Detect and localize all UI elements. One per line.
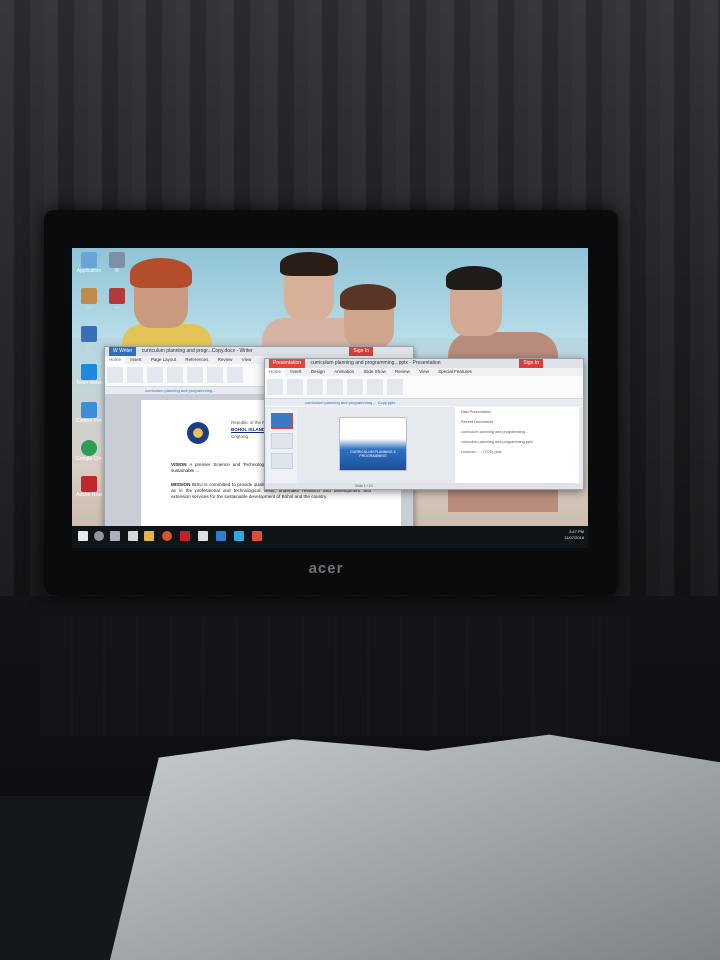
shapes-icon[interactable]	[387, 379, 403, 395]
slide-title: CURRICULUM PLANNING & PROGRAMMING	[350, 450, 396, 458]
new-slide-icon[interactable]	[307, 379, 323, 395]
r-icon	[109, 252, 125, 268]
pdf-icon	[81, 476, 97, 492]
taskpane-item[interactable]: Recent Documents	[455, 417, 579, 427]
presentation-ribbon	[265, 376, 583, 399]
align-icon[interactable]	[207, 367, 223, 383]
desktop-icon-teamviewer[interactable]: Team viewer	[76, 364, 102, 386]
desktop-icon-adobe-reader[interactable]: Adobe Reader	[76, 476, 102, 498]
slide-thumbnail-2[interactable]	[271, 433, 293, 449]
align-icon[interactable]	[367, 379, 383, 395]
writer-menu-insert[interactable]: Insert	[126, 356, 145, 364]
search-icon[interactable]	[94, 531, 104, 541]
doc-icon	[109, 288, 125, 304]
desktop-icon-document-1[interactable]: ...	[76, 288, 102, 310]
presentation-task-pane: New Presentation Recent Documents curric…	[455, 407, 579, 487]
pres-menu-design[interactable]: Design	[307, 368, 329, 376]
control-panel-icon	[81, 402, 97, 418]
store-icon[interactable]	[128, 531, 138, 541]
mission-label: MISSION	[171, 482, 191, 487]
paste-icon[interactable]	[267, 379, 283, 395]
writer-menu-references[interactable]: References	[181, 356, 212, 364]
writer-menu-view[interactable]: View	[238, 356, 256, 364]
pres-menu-animation[interactable]: Animation	[330, 368, 358, 376]
header-line-3: Cogtong ...	[231, 434, 254, 439]
wallpaper-person-4-hair	[446, 266, 502, 290]
presentation-document-tab[interactable]: curriculum planning and programming ... …	[265, 399, 583, 406]
folder-icon	[81, 326, 97, 342]
laptop-brand-logo: acer	[308, 560, 344, 577]
cut-icon[interactable]	[287, 379, 303, 395]
presentation-title: curriculum planning and programming...pp…	[310, 360, 441, 366]
system-tray-clock[interactable]: 3:47 PM 11/07/2018	[564, 529, 584, 541]
desktop-icon-document-2[interactable]: ...	[104, 288, 130, 310]
firefox-icon[interactable]	[162, 531, 172, 541]
taskbar: 3:47 PM 11/07/2018	[72, 526, 588, 548]
styles-icon[interactable]	[227, 367, 243, 383]
desktop-icon-folder[interactable]: ...	[76, 326, 102, 348]
pres-menu-special-features[interactable]: Special Features	[434, 368, 476, 376]
file-explorer-icon[interactable]	[144, 531, 154, 541]
edge-icon[interactable]	[216, 531, 226, 541]
pres-menu-home[interactable]: Home	[265, 368, 286, 376]
presentation-window[interactable]: Presentation curriculum planning and pro…	[264, 358, 584, 490]
teamviewer-icon	[81, 364, 97, 380]
presentation-app-button[interactable]: Presentation	[269, 359, 306, 368]
slide-thumbnail-3[interactable]	[271, 453, 293, 469]
layout-icon[interactable]	[327, 379, 343, 395]
desktop-icon-application[interactable]: Application	[76, 252, 102, 274]
font-icon[interactable]	[167, 367, 183, 383]
presentation-menubar: Home Insert Design Animation Slide Show …	[265, 368, 583, 376]
current-slide[interactable]: CURRICULUM PLANNING & PROGRAMMING	[339, 417, 407, 471]
pdf-taskbar-icon[interactable]	[180, 531, 190, 541]
chrome-icon	[81, 440, 97, 456]
pres-menu-insert[interactable]: Insert	[286, 368, 305, 376]
presentation-titlebar[interactable]: Presentation curriculum planning and pro…	[265, 359, 583, 368]
writer-menu-review[interactable]: Review	[214, 356, 237, 364]
desktop-icon-control-panel[interactable]: Control Panel	[76, 402, 102, 424]
clock-date: 11/07/2018	[564, 535, 584, 540]
slide-thumbnails	[267, 409, 297, 487]
pres-menu-view[interactable]: View	[415, 368, 433, 376]
university-seal	[187, 422, 209, 444]
writer-signin-button[interactable]: Sign In	[349, 347, 373, 356]
taskpane-item[interactable]: curriculum planning and programming.pptx	[455, 437, 579, 447]
writer-taskbar-icon[interactable]	[234, 531, 244, 541]
app-icon	[81, 252, 97, 268]
desktop-icon-r[interactable]: R	[104, 252, 130, 274]
wallpaper-person-1-hair	[130, 258, 192, 288]
task-view-icon[interactable]	[110, 531, 120, 541]
laptop-screen: Application R ... ... ... Team viewer Co…	[72, 248, 588, 548]
bold-icon[interactable]	[187, 367, 203, 383]
writer-menu-page-layout[interactable]: Page Layout	[147, 356, 180, 364]
taskpane-item[interactable]: New Presentation	[455, 407, 579, 417]
paste-icon[interactable]	[107, 367, 123, 383]
writer-app-button[interactable]: W Writer	[109, 347, 137, 356]
white-paper	[110, 734, 720, 960]
writer-titlebar[interactable]: W Writer curriculum planning and progr..…	[105, 347, 413, 356]
presentation-statusbar: Slide 1 / 10	[265, 483, 583, 489]
doc-icon	[81, 288, 97, 304]
writer-menu-home[interactable]: Home	[105, 356, 126, 364]
presentation-signin-button[interactable]: Sign In	[519, 359, 543, 368]
pres-menu-slide-show[interactable]: Slide Show	[359, 368, 390, 376]
presentation-taskbar-icon[interactable]	[252, 531, 262, 541]
wallpaper-person-3-hair	[340, 284, 396, 310]
format-painter-icon[interactable]	[147, 367, 163, 383]
writer-title: curriculum planning and progr...Copy.doc…	[141, 348, 253, 354]
wallpaper-person-2-hair	[280, 252, 338, 276]
taskpane-item[interactable]: curriculum planning and programming...	[455, 427, 579, 437]
cut-icon[interactable]	[127, 367, 143, 383]
desktop-icon-chrome[interactable]: Google Chrome	[76, 440, 102, 462]
mail-icon[interactable]	[198, 531, 208, 541]
vision-label: VISION	[171, 462, 187, 467]
presentation-body: CURRICULUM PLANNING & PROGRAMMING New Pr…	[265, 407, 583, 489]
pres-menu-review[interactable]: Review	[391, 368, 414, 376]
taskpane-item[interactable]: Lectures - ... (TOS).pptx	[455, 447, 579, 457]
start-icon[interactable]	[78, 531, 88, 541]
slide-thumbnail-1[interactable]	[271, 413, 293, 429]
font-icon[interactable]	[347, 379, 363, 395]
